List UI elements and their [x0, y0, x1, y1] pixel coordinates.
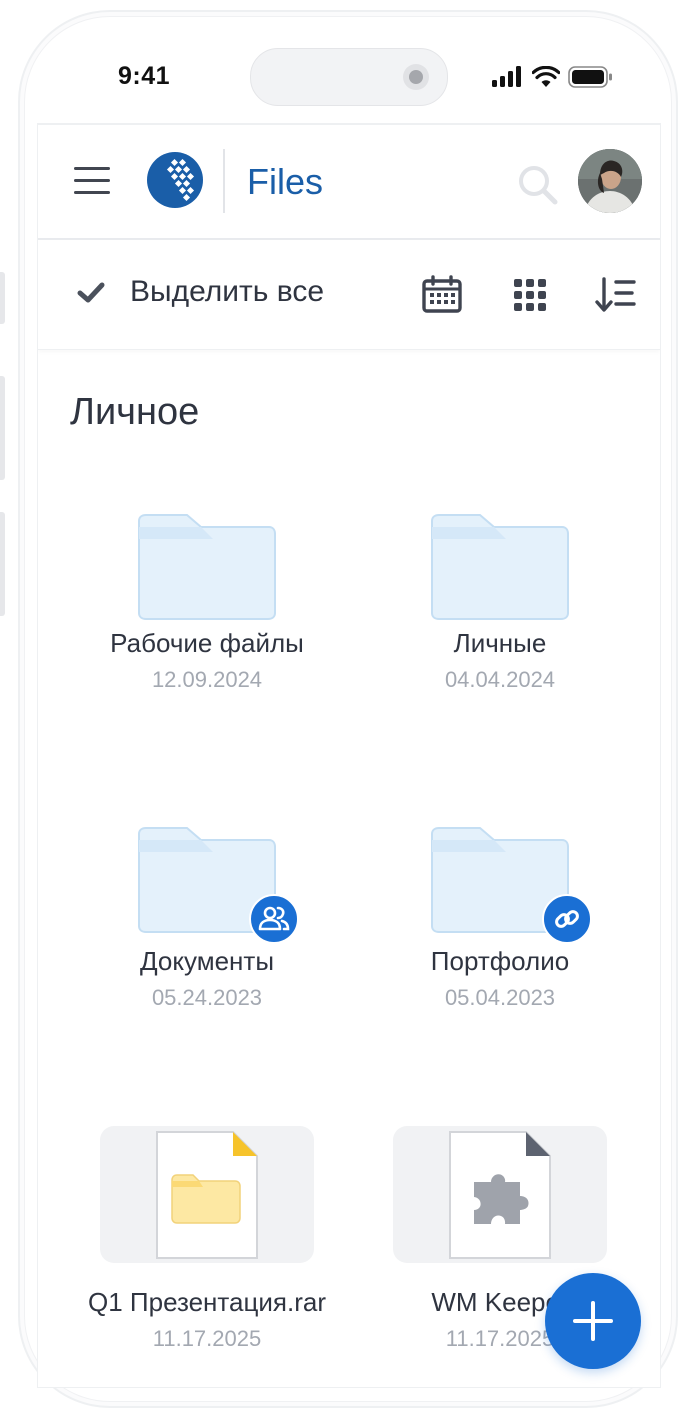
section-title: Личное	[70, 391, 200, 433]
status-time: 9:41	[118, 62, 171, 90]
user-avatar[interactable]	[578, 149, 642, 213]
archive-file-icon	[156, 1131, 258, 1259]
battery-icon	[568, 66, 612, 88]
item-date: 11.17.2025	[152, 1326, 262, 1351]
plugin-file-icon	[449, 1131, 551, 1259]
item-name: Рабочие файлы	[110, 628, 304, 658]
dynamic-island	[250, 48, 448, 106]
calendar-icon[interactable]	[420, 273, 464, 317]
avatar-photo	[578, 149, 642, 213]
select-all-button[interactable]: Выделить все	[76, 275, 324, 309]
shared-folder-item[interactable]: Документы 05.24.2023	[77, 826, 337, 1011]
item-name: Q1 Презентация.rar	[88, 1287, 326, 1317]
volume-down-button	[0, 512, 5, 616]
folder-with-badge	[126, 826, 299, 946]
app-title: Files	[247, 161, 324, 202]
item-date: 05.24.2023	[151, 985, 263, 1010]
link-icon	[542, 894, 592, 944]
item-name: Портфолио	[430, 946, 570, 976]
signal-icon	[492, 66, 521, 87]
volume-up-button	[0, 376, 5, 480]
item-name: Документы	[139, 946, 275, 976]
folder-icon	[138, 514, 276, 620]
status-icons	[492, 66, 614, 88]
file-thumbnail	[100, 1126, 314, 1263]
folder-item[interactable]: Личные 04.04.2024	[370, 513, 630, 693]
folder-with-badge	[419, 826, 592, 946]
select-all-label: Выделить все	[130, 275, 325, 308]
file-thumbnail	[393, 1126, 607, 1263]
folder-icon	[431, 514, 569, 620]
item-date: 12.09.2024	[151, 667, 263, 692]
linked-folder-item[interactable]: Портфолио 05.04.2023	[370, 826, 630, 1011]
folder-item[interactable]: Рабочие файлы 12.09.2024	[77, 513, 337, 693]
checkmark-icon	[77, 282, 105, 303]
shared-users-icon	[249, 894, 299, 944]
search-icon[interactable]	[516, 163, 560, 207]
file-item[interactable]: Q1 Презентация.rar 11.17.2025	[77, 1126, 337, 1352]
menu-button[interactable]	[74, 165, 112, 197]
sort-icon[interactable]	[594, 273, 638, 317]
item-date: 04.04.2024	[444, 667, 556, 692]
app-screen: Files Выделить все Личное Рабочие файлы …	[37, 123, 661, 1388]
webmoney-logo-icon	[147, 152, 203, 208]
wifi-icon	[532, 66, 560, 87]
logo-divider	[223, 149, 225, 213]
add-button[interactable]	[545, 1273, 641, 1369]
silent-switch	[0, 272, 5, 324]
item-name: Личные	[453, 628, 547, 658]
selection-toolbar: Выделить все	[38, 239, 660, 350]
grid-view-icon[interactable]	[508, 273, 552, 317]
top-app-bar: Files	[38, 125, 660, 240]
camera-icon	[403, 64, 429, 90]
item-date: 05.04.2023	[444, 985, 556, 1010]
